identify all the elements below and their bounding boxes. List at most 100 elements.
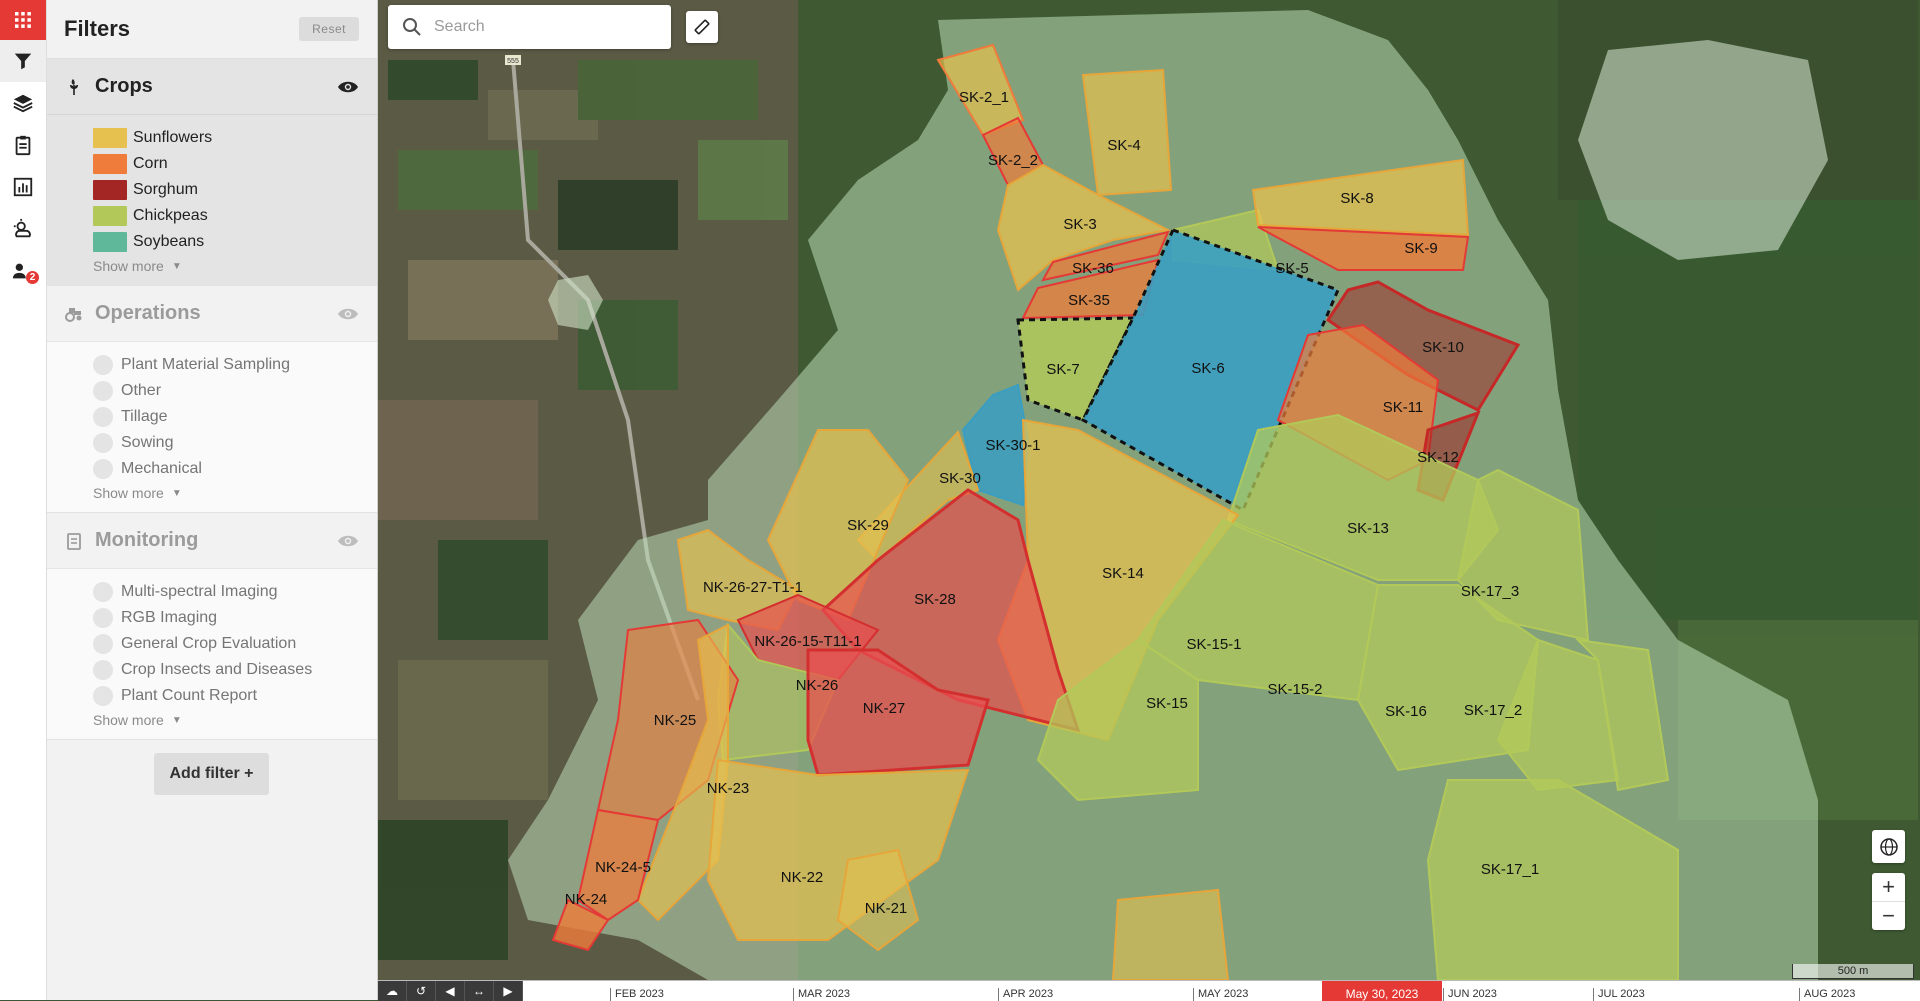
operation-item[interactable]: Plant Material Sampling — [93, 352, 377, 378]
operation-item[interactable]: Sowing — [93, 430, 377, 456]
timeline-month: JUL 2023 — [1593, 988, 1645, 1001]
filters-title: Filters — [64, 16, 131, 41]
field-label: NK-21 — [865, 900, 908, 917]
clipboard-icon[interactable] — [0, 124, 46, 166]
monitoring-list: Multi-spectral Imaging RGB Imaging Gener… — [47, 568, 377, 739]
radio-button[interactable] — [93, 433, 113, 453]
radio-button[interactable] — [93, 407, 113, 427]
field-label: SK-8 — [1340, 190, 1373, 207]
monitoring-section-header[interactable]: Monitoring — [47, 513, 377, 568]
apps-grid-icon[interactable] — [0, 0, 46, 40]
operation-item[interactable]: Mechanical — [93, 456, 377, 482]
field-label: SK-15 — [1146, 695, 1188, 712]
reset-button[interactable]: Reset — [299, 17, 359, 41]
field-label: SK-10 — [1422, 339, 1464, 356]
crop-color-swatch — [93, 154, 127, 174]
selected-date-marker[interactable]: May 30, 2023 — [1322, 981, 1442, 1001]
operations-section-header[interactable]: Operations — [47, 286, 377, 341]
operation-item[interactable]: Other — [93, 378, 377, 404]
eye-icon[interactable] — [337, 307, 359, 321]
field-label: NK-26-15-T11-1 — [754, 633, 861, 650]
add-filter-button[interactable]: Add filter + — [154, 753, 269, 795]
layers-icon[interactable] — [0, 82, 46, 124]
field-label: SK-11 — [1383, 399, 1424, 416]
field-sk-4 — [1081, 68, 1173, 197]
crop-label: Sunflowers — [133, 129, 213, 146]
monitoring-item[interactable]: General Crop Evaluation — [93, 631, 377, 657]
radio-button[interactable] — [93, 381, 113, 401]
radio-button[interactable] — [93, 355, 113, 375]
field-label: SK-17_2 — [1464, 702, 1522, 719]
operations-list: Plant Material Sampling Other Tillage So… — [47, 341, 377, 512]
zoom-controls: + − — [1872, 873, 1905, 930]
ruler-icon — [694, 19, 710, 35]
field-label: SK-15-2 — [1267, 681, 1322, 698]
history-icon[interactable]: ↺ — [407, 981, 436, 1001]
caret-down-icon: ▼ — [171, 260, 182, 272]
timeline-month: MAY 2023 — [1193, 988, 1248, 1001]
icon-rail: 2 — [0, 0, 47, 1000]
crop-color-swatch — [93, 128, 127, 148]
timeline-month: FEB 2023 — [610, 988, 664, 1001]
search-box[interactable] — [388, 5, 671, 49]
map-view[interactable]: 555 SK-2_1 SK-2_2 SK-4 SK-3 SK-36 SK-35 … — [378, 0, 1920, 980]
next-icon[interactable]: ▶ — [494, 981, 523, 1001]
crop-item-soybeans[interactable]: Soybeans — [93, 229, 377, 255]
crop-item-chickpeas[interactable]: Chickpeas — [93, 203, 377, 229]
timeline-controls: ☁ ↺ ◀ ↔ ▶ — [378, 981, 523, 1001]
filter-icon[interactable] — [0, 40, 46, 82]
operations-show-more[interactable]: Show more ▼ — [93, 482, 377, 504]
field-label: NK-26-27-T1-1 — [703, 579, 803, 596]
prev-icon[interactable]: ◀ — [436, 981, 465, 1001]
expand-icon[interactable]: ↔ — [465, 981, 494, 1001]
monitoring-title: Monitoring — [95, 529, 199, 551]
field-label: SK-17_3 — [1461, 583, 1519, 600]
field-label: NK-23 — [707, 780, 750, 797]
weather-toggle-icon[interactable]: ☁ — [378, 981, 407, 1001]
eye-icon[interactable] — [337, 80, 359, 94]
monitoring-item[interactable]: RGB Imaging — [93, 605, 377, 631]
field-label: NK-27 — [863, 700, 906, 717]
timeline[interactable]: ☁ ↺ ◀ ↔ ▶ FEB 2023 MAR 2023 APR 2023 MAY… — [378, 980, 1920, 1001]
chart-icon[interactable] — [0, 166, 46, 208]
monitoring-item[interactable]: Multi-spectral Imaging — [93, 579, 377, 605]
basemap-button[interactable] — [1872, 830, 1905, 863]
radio-button[interactable] — [93, 686, 113, 706]
weather-icon[interactable] — [0, 208, 46, 250]
timeline-month: APR 2023 — [998, 988, 1053, 1001]
radio-button[interactable] — [93, 459, 113, 479]
monitoring-item[interactable]: Plant Count Report — [93, 683, 377, 709]
show-more-label: Show more — [93, 258, 164, 274]
field-label: SK-2_2 — [988, 152, 1038, 169]
field-label: SK-12 — [1417, 449, 1459, 466]
team-icon[interactable]: 2 — [0, 250, 46, 292]
search-icon — [403, 18, 421, 36]
crop-item-corn[interactable]: Corn — [93, 151, 377, 177]
operation-item[interactable]: Tillage — [93, 404, 377, 430]
field-label: SK-6 — [1191, 360, 1224, 377]
zoom-out-button[interactable]: − — [1872, 902, 1905, 930]
radio-button[interactable] — [93, 608, 113, 628]
field-label: SK-29 — [847, 517, 889, 534]
monitoring-show-more[interactable]: Show more ▼ — [93, 709, 377, 731]
map-canvas[interactable]: 555 SK-2_1 SK-2_2 SK-4 SK-3 SK-36 SK-35 … — [378, 0, 1920, 980]
crop-item-sorghum[interactable]: Sorghum — [93, 177, 377, 203]
show-more-label: Show more — [93, 712, 164, 728]
crop-label: Soybeans — [133, 233, 205, 250]
search-input[interactable] — [432, 17, 656, 37]
eye-icon[interactable] — [337, 534, 359, 548]
crops-section-header[interactable]: Crops — [47, 59, 377, 115]
crop-label: Chickpeas — [133, 207, 208, 224]
crops-show-more[interactable]: Show more ▼ — [93, 255, 377, 277]
field-label: SK-35 — [1068, 292, 1110, 309]
radio-button[interactable] — [93, 634, 113, 654]
monitoring-item[interactable]: Crop Insects and Diseases — [93, 657, 377, 683]
measure-button[interactable] — [686, 11, 718, 43]
radio-button[interactable] — [93, 582, 113, 602]
field-label: SK-2_1 — [959, 89, 1009, 106]
crop-item-sunflowers[interactable]: Sunflowers — [93, 125, 377, 151]
notification-badge: 2 — [26, 271, 39, 284]
zoom-in-button[interactable]: + — [1872, 873, 1905, 901]
radio-button[interactable] — [93, 660, 113, 680]
caret-down-icon: ▼ — [171, 487, 182, 499]
